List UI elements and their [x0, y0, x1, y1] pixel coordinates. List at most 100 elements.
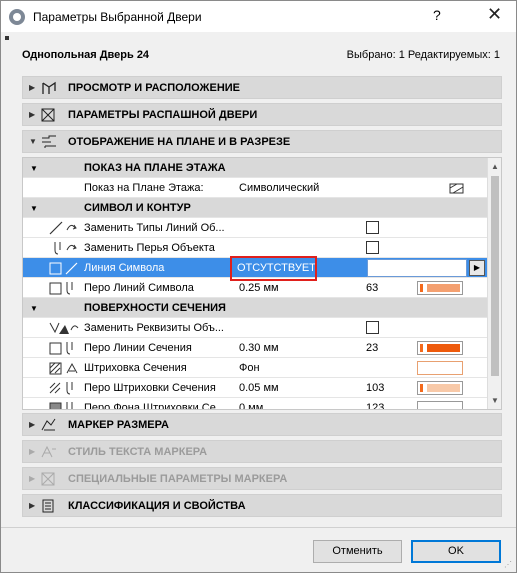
scroll-up-icon[interactable]: ▲: [491, 162, 499, 171]
pen-color-swatch[interactable]: [417, 341, 463, 355]
close-button[interactable]: ✕: [487, 4, 502, 25]
edge-marker: [5, 36, 9, 40]
pen-number: 63: [366, 282, 379, 294]
row-symbol-line-pen[interactable]: Перо Линий Символа 0.25 мм 63: [23, 278, 487, 298]
override-pens-checkbox[interactable]: [366, 241, 379, 254]
section-marker-special: ▶ СПЕЦИАЛЬНЫЕ ПАРАМЕТРЫ МАРКЕРА: [22, 467, 502, 490]
section-classification[interactable]: ▶ КЛАССИФИКАЦИЯ И СВОЙСТВА: [22, 494, 502, 517]
group-label: ПОКАЗ НА ПЛАНЕ ЭТАЖА: [84, 162, 226, 174]
hatch-icon: [49, 362, 78, 375]
pen-color-swatch[interactable]: [417, 381, 463, 395]
expanded-triangle-icon: ▼: [29, 137, 37, 146]
symbol-line-icon: [49, 262, 78, 275]
panel-scrollbar[interactable]: ▲ ▼: [487, 158, 501, 409]
row-label: Заменить Типы Линий Об...: [84, 222, 225, 234]
row-label: Перо Штриховки Сечения: [84, 382, 216, 394]
row-hatch-pen[interactable]: Перо Штриховки Сечения 0.05 мм 103: [23, 378, 487, 398]
pen-number: 123: [366, 402, 385, 410]
display-mode-icon[interactable]: [449, 181, 465, 195]
pen-icon: [49, 402, 73, 409]
section-label: ПАРАМЕТРЫ РАСПАШНОЙ ДВЕРИ: [68, 109, 258, 121]
section-label: КЛАССИФИКАЦИЯ И СВОЙСТВА: [68, 500, 246, 512]
section-label: МАРКЕР РАЗМЕРА: [68, 419, 169, 431]
row-hatch[interactable]: Штриховка Сечения Фон: [23, 358, 487, 378]
row-value: Фон: [239, 362, 260, 374]
row-value[interactable]: Символический: [239, 182, 361, 194]
override-attributes-checkbox[interactable]: [366, 321, 379, 334]
section-plan-section[interactable]: ▼ ОТОБРАЖЕНИЕ НА ПЛАНЕ И В РАЗРЕЗЕ: [22, 130, 502, 153]
group-symbol[interactable]: ▼ СИМВОЛ И КОНТУР: [23, 198, 487, 218]
row-cut-line-pen[interactable]: Перо Линии Сечения 0.30 мм 23: [23, 338, 487, 358]
symbol-line-editor[interactable]: [367, 259, 467, 277]
cancel-button[interactable]: Отменить: [313, 540, 402, 563]
row-label: Перо Фона Штриховки Се...: [84, 402, 226, 410]
row-value: 0.25 мм: [239, 282, 279, 294]
door-params-icon: [41, 108, 55, 122]
popup-arrow-icon[interactable]: ▶: [469, 260, 485, 276]
group-cut-surfaces[interactable]: ▼ ПОВЕРХНОСТИ СЕЧЕНИЯ: [23, 298, 487, 318]
footer-divider: [1, 527, 516, 528]
collapsed-triangle-icon: ▶: [29, 501, 36, 510]
expanded-triangle-icon: ▼: [30, 304, 38, 313]
expanded-triangle-icon: ▼: [30, 164, 38, 173]
collapsed-triangle-icon: ▶: [29, 474, 36, 483]
pen-icon: [49, 342, 73, 355]
element-name: Однопольная Дверь 24: [22, 49, 150, 61]
scroll-down-icon[interactable]: ▼: [491, 396, 499, 405]
resize-grip-icon[interactable]: ⋰: [504, 560, 514, 570]
line-type-icon: [49, 221, 77, 235]
row-override-attributes[interactable]: Заменить Реквизиты Объ...: [23, 318, 487, 338]
collapsed-triangle-icon: ▶: [29, 447, 36, 456]
classification-icon: [42, 499, 54, 513]
pen-number: 23: [366, 342, 379, 354]
row-value: 0.05 мм: [239, 382, 279, 394]
swatch-mark: [420, 284, 423, 292]
swatch-mark: [420, 344, 423, 352]
swatch-fill: [427, 384, 460, 392]
help-button[interactable]: ?: [433, 7, 441, 23]
scroll-thumb[interactable]: [491, 176, 499, 376]
app-icon: [9, 9, 25, 25]
row-bg-pen[interactable]: Перо Фона Штриховки Се... 0 мм 123: [23, 398, 487, 410]
row-label: Перо Линий Символа: [84, 282, 194, 294]
highlight-box: [230, 256, 317, 281]
ok-button[interactable]: OK: [411, 540, 501, 563]
row-override-pens[interactable]: Заменить Перья Объекта: [23, 238, 487, 258]
section-door-params[interactable]: ▶ ПАРАМЕТРЫ РАСПАШНОЙ ДВЕРИ: [22, 103, 502, 126]
row-value: 0.30 мм: [239, 342, 279, 354]
collapsed-triangle-icon: ▶: [29, 110, 36, 119]
swatch-fill: [427, 284, 460, 292]
collapsed-triangle-icon: ▶: [29, 420, 36, 429]
row-label: Линия Символа: [84, 262, 165, 274]
row-override-line-types[interactable]: Заменить Типы Линий Об...: [23, 218, 487, 238]
window-title: Параметры Выбранной Двери: [33, 10, 202, 24]
dimension-marker-icon: [41, 418, 56, 431]
pen-color-swatch[interactable]: [417, 281, 463, 295]
attributes-override-icon: [49, 322, 79, 334]
hatch-swatch[interactable]: [417, 361, 463, 375]
section-view-placement[interactable]: ▶ ПРОСМОТР И РАСПОЛОЖЕНИЕ: [22, 76, 502, 99]
override-line-types-checkbox[interactable]: [366, 221, 379, 234]
title-bar: Параметры Выбранной Двери ? ✕: [1, 1, 516, 32]
pen-override-icon: [54, 242, 77, 255]
pen-number: 103: [366, 382, 385, 394]
expanded-triangle-icon: ▼: [30, 204, 38, 213]
row-label: Перо Линии Сечения: [84, 342, 192, 354]
row-label: Заменить Реквизиты Объ...: [84, 322, 224, 334]
pen-icon: [49, 282, 73, 295]
row-label: Штриховка Сечения: [84, 362, 187, 374]
plan-section-icon: [42, 135, 56, 148]
row-floor-plan-display[interactable]: Показ на Плане Этажа: Символический: [23, 178, 487, 198]
selection-info: Выбрано: 1 Редактируемых: 1: [346, 49, 500, 61]
view-placement-icon: [42, 81, 56, 94]
group-label: ПОВЕРХНОСТИ СЕЧЕНИЯ: [84, 302, 226, 314]
pen-color-swatch[interactable]: [417, 401, 463, 409]
dialog-window: Параметры Выбранной Двери ? ✕ Однопольна…: [0, 0, 517, 573]
pen-icon: [49, 382, 73, 395]
section-label: СПЕЦИАЛЬНЫЕ ПАРАМЕТРЫ МАРКЕРА: [68, 473, 288, 485]
section-dimension-marker[interactable]: ▶ МАРКЕР РАЗМЕРА: [22, 413, 502, 436]
group-floor-plan[interactable]: ▼ ПОКАЗ НА ПЛАНЕ ЭТАЖА: [23, 158, 487, 178]
marker-special-icon: [41, 472, 55, 486]
row-label: Заменить Перья Объекта: [84, 242, 215, 254]
swatch-mark: [420, 384, 423, 392]
